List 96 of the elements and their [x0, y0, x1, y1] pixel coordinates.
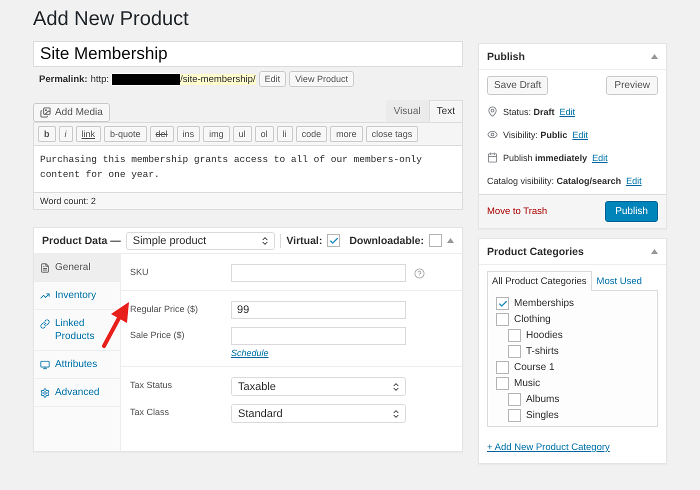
word-count: Word count: 2 — [33, 193, 463, 210]
quicktag-button[interactable]: i — [58, 126, 72, 142]
help-icon[interactable] — [414, 268, 425, 279]
field-label: Tax Class — [130, 406, 170, 417]
quicktag-button[interactable]: img — [203, 126, 230, 142]
editor-text[interactable]: Purchasing this membership grants access to all of our members-only content for one year. — [33, 145, 463, 193]
trash-link[interactable]: Move to Trash — [487, 206, 548, 217]
field-label: Tax Status — [130, 379, 174, 390]
publish-button[interactable]: Publish — [605, 201, 658, 222]
virtual-label: Virtual: — [286, 234, 322, 246]
quicktag-button[interactable]: ins — [176, 126, 200, 142]
quicktag-button[interactable]: ol — [254, 126, 274, 142]
publish-setting: Catalog visibility: Catalog/search — [487, 176, 622, 186]
field-label: SKU — [130, 266, 150, 277]
product-tab[interactable]: Inventory — [34, 282, 120, 310]
product-tab[interactable]: Advanced — [34, 379, 120, 407]
save-draft-button[interactable]: Save Draft — [487, 76, 548, 95]
checkbox[interactable] — [508, 409, 521, 422]
edit-link[interactable]: Edit — [626, 176, 642, 186]
quicktag-button[interactable]: b — [38, 126, 56, 142]
permalink-button[interactable]: View Product — [289, 71, 354, 87]
checkbox[interactable] — [496, 377, 509, 390]
product-tab[interactable]: Attributes — [34, 351, 120, 379]
category-label: Hoodies — [526, 330, 563, 341]
title-field[interactable]: Site Membership — [33, 41, 463, 67]
quicktag-button[interactable]: more — [330, 126, 363, 142]
permalink-button[interactable]: Edit — [258, 71, 286, 87]
quicktag-button[interactable]: code — [296, 126, 328, 142]
panel-title: Product Data — — [42, 234, 121, 246]
permalink-label: Permalink: — [39, 74, 88, 84]
quicktag-button[interactable]: ul — [232, 126, 252, 142]
select-arrows-icon — [260, 236, 270, 246]
checkbox[interactable] — [429, 234, 442, 247]
editor-tab[interactable]: Text — [428, 100, 463, 122]
select-field[interactable]: Taxable — [231, 377, 406, 396]
select-arrows-icon — [391, 408, 401, 418]
category-label: Singles — [526, 410, 559, 421]
checkbox[interactable] — [327, 234, 340, 247]
quicktag-button[interactable]: del — [150, 126, 174, 142]
schedule-link[interactable]: Schedule — [231, 348, 406, 358]
collapse-icon[interactable] — [651, 54, 658, 59]
downloadable-label: Downloadable: — [349, 234, 424, 246]
calendar-icon — [487, 152, 498, 163]
input-field[interactable] — [231, 327, 406, 345]
checkbox[interactable] — [508, 393, 521, 406]
page-title: Add New Product — [33, 8, 190, 31]
product-type-select[interactable]: Simple product — [126, 232, 276, 250]
select-arrows-icon — [391, 382, 401, 392]
checkbox[interactable] — [496, 361, 509, 374]
add-media-button[interactable]: Add Media — [33, 103, 110, 122]
link-icon — [40, 319, 50, 329]
category-label: Memberships — [514, 298, 574, 309]
annotation-arrow — [100, 300, 132, 350]
media-icon — [40, 107, 51, 118]
category-label: Music — [514, 378, 540, 389]
monitor-icon — [40, 360, 50, 370]
add-category-link[interactable]: + Add New Product Category — [487, 442, 610, 453]
editor-tab[interactable]: Visual — [386, 100, 429, 122]
category-label: Course 1 — [514, 362, 555, 373]
edit-link[interactable]: Edit — [592, 152, 608, 162]
gear-icon — [40, 388, 50, 398]
preview-button[interactable]: Preview — [606, 76, 658, 95]
checkbox[interactable] — [496, 297, 509, 310]
input-field[interactable] — [231, 264, 406, 282]
select-field[interactable]: Standard — [231, 404, 406, 423]
category-label: Albums — [526, 394, 560, 405]
publish-setting: Publish immediately — [503, 152, 588, 162]
field-label: Regular Price ($) — [130, 303, 200, 314]
permalink-slug: /site-membership/ — [180, 74, 256, 84]
panel-title: Publish — [487, 50, 525, 62]
checkbox[interactable] — [508, 345, 521, 358]
panel-title: Product Categories — [487, 246, 584, 258]
category-tab[interactable]: Most Used — [592, 271, 647, 291]
quicktag-button[interactable]: link — [76, 126, 102, 142]
checkbox[interactable] — [496, 313, 509, 326]
collapse-icon[interactable] — [447, 238, 454, 243]
category-tab[interactable]: All Product Categories — [487, 271, 592, 291]
redaction-bar — [112, 74, 180, 84]
eye-icon — [487, 129, 498, 140]
category-label: Clothing — [514, 314, 551, 325]
pin-icon — [487, 106, 498, 117]
category-label: T-shirts — [526, 346, 559, 357]
publish-setting: Status: Draft — [503, 106, 555, 116]
quicktag-button[interactable]: li — [276, 126, 293, 142]
field-label: Sale Price ($) — [130, 329, 186, 340]
chart-icon — [40, 291, 50, 301]
permalink-prefix: http: — [90, 74, 110, 84]
product-tab[interactable]: General — [34, 254, 120, 282]
quicktag-button[interactable]: close tags — [366, 126, 418, 142]
publish-setting: Visibility: Public — [503, 130, 568, 140]
input-field[interactable]: 99 — [231, 301, 406, 319]
edit-link[interactable]: Edit — [560, 106, 576, 116]
collapse-icon[interactable] — [651, 249, 658, 254]
quicktag-button[interactable]: b-quote — [104, 126, 147, 142]
checkbox[interactable] — [508, 329, 521, 342]
edit-link[interactable]: Edit — [572, 130, 588, 140]
